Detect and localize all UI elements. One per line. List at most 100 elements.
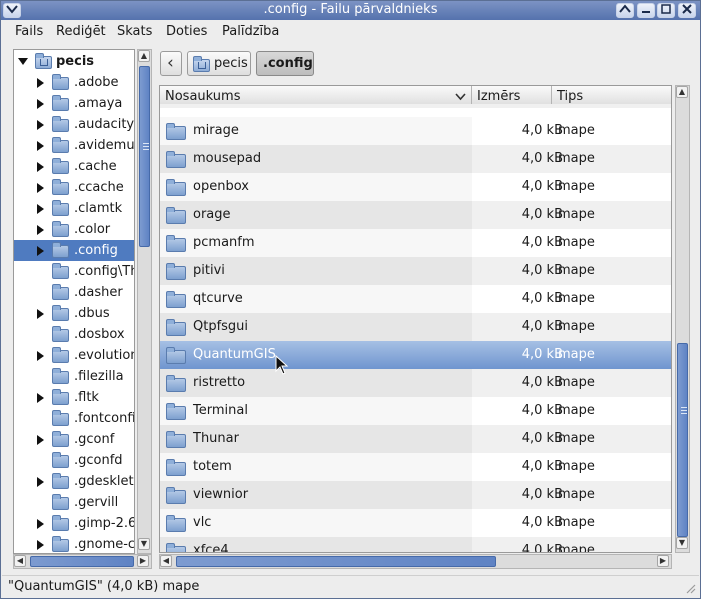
scroll-down-arrow[interactable]: ▼ [676,537,688,549]
list-item[interactable]: xfce4 4,0 kB mape [160,537,671,552]
list-item[interactable]: mousepad 4,0 kB mape [160,145,671,173]
expander-right-icon[interactable] [37,393,44,403]
list-item[interactable]: Qtpfsgui 4,0 kB mape [160,313,671,341]
maximize-button[interactable] [657,3,675,18]
tree-item[interactable]: .dbus [14,303,134,324]
file-type: mape [558,263,595,278]
minimize-icon [642,11,650,13]
expander-right-icon[interactable] [37,204,44,214]
tree-item[interactable]: .avidemux [14,135,134,156]
tree-item[interactable]: .gconf [14,429,134,450]
expander-right-icon[interactable] [37,435,44,445]
tree-item[interactable]: .gervill [14,492,134,513]
tree-item[interactable]: .adobe [14,72,134,93]
menu-skats[interactable]: Skats [117,24,152,39]
scroll-right-arrow[interactable]: ▶ [137,555,149,567]
list-item[interactable]: qtcurve 4,0 kB mape [160,285,671,313]
menu-rediget[interactable]: Rediģēt [56,24,106,39]
folder-icon [52,116,69,132]
list-item[interactable]: totem 4,0 kB mape [160,453,671,481]
menu-fails[interactable]: Fails [15,24,43,39]
tree-item[interactable]: .dasher [14,282,134,303]
expander-right-icon[interactable] [37,225,44,235]
list-item[interactable]: QuantumGIS 4,0 kB mape [160,341,671,369]
scroll-left-arrow[interactable]: ◀ [14,555,26,567]
tree-item[interactable]: .fontconfi [14,408,134,429]
scroll-right-arrow[interactable]: ▶ [657,555,669,567]
tree-item[interactable]: .config [14,240,134,261]
list-item[interactable]: ristretto 4,0 kB mape [160,369,671,397]
list-horizontal-scrollbar[interactable]: ◀ ▶ [159,554,672,569]
tree-item[interactable]: .config\Th [14,261,134,282]
list-item[interactable]: orage 4,0 kB mape [160,201,671,229]
scroll-down-arrow[interactable]: ▼ [138,538,150,550]
expander-right-icon[interactable] [37,519,44,529]
breadcrumb-current[interactable]: .config [256,51,314,76]
list-vertical-scrollbar[interactable]: ▲ ▼ [675,85,690,553]
expander-right-icon[interactable] [37,477,44,487]
list-item[interactable]: Thunar 4,0 kB mape [160,425,671,453]
file-type: mape [558,459,595,474]
tree-item[interactable]: .evolution [14,345,134,366]
list-item[interactable]: Terminal 4,0 kB mape [160,397,671,425]
tree-vertical-scrollbar[interactable]: ▲ ▼ [137,49,152,554]
folder-icon [166,543,186,552]
tree-root[interactable]: pecis [14,51,134,72]
list-item[interactable]: vlc 4,0 kB mape [160,509,671,537]
menu-doties[interactable]: Doties [166,24,207,39]
tree-item[interactable]: .dosbox [14,324,134,345]
expander-right-icon[interactable] [37,183,44,193]
file-type: mape [558,347,595,362]
tree-item[interactable]: .clamtk [14,198,134,219]
tree-item[interactable]: .gnome-c [14,534,134,553]
list-scroll-thumb[interactable] [677,343,688,537]
expander-right-icon[interactable] [37,99,44,109]
expander-right-icon[interactable] [37,162,44,172]
close-button[interactable] [678,3,696,18]
tree-item[interactable]: .color [14,219,134,240]
column-size-label: Izmērs [477,89,521,104]
expander-right-icon[interactable] [37,246,44,256]
expander-right-icon[interactable] [37,540,44,550]
minimize-button[interactable] [637,3,655,18]
expander-right-icon[interactable] [37,120,44,130]
list-item[interactable]: pcmanfm 4,0 kB mape [160,229,671,257]
tree-horizontal-scrollbar[interactable]: ◀ ▶ [13,554,152,569]
tree-item[interactable]: .gimp-2.6 [14,513,134,534]
tree-scroll-thumb[interactable] [139,66,150,247]
scroll-up-arrow[interactable]: ▲ [138,50,150,62]
file-list[interactable]: Nosaukums Izmērs Tips mirage 4,0 kB mape mo… [159,85,672,553]
title-bar[interactable]: .config - Failu pārvaldnieks [1,1,700,20]
file-name: totem [193,459,232,474]
tree-item[interactable]: .gdesklet [14,471,134,492]
tree-item[interactable]: .filezilla [14,366,134,387]
tree-item[interactable]: .audacity- [14,114,134,135]
expander-right-icon[interactable] [37,78,44,88]
list-item[interactable]: viewnior 4,0 kB mape [160,481,671,509]
window-shade-button[interactable] [616,3,634,18]
tree-item[interactable]: .cache [14,156,134,177]
resize-grip-icon[interactable] [684,582,696,594]
list-item[interactable]: mirage 4,0 kB mape [160,117,671,145]
tree-item[interactable]: .gconfd [14,450,134,471]
tree-item-label: .amaya [74,96,123,111]
directory-tree[interactable]: pecis .adobe .amaya .audacity- .avidemux .ca… [13,49,135,554]
list-hscroll-thumb[interactable] [176,556,496,567]
file-name: Thunar [193,431,239,446]
tree-item[interactable]: .ccache [14,177,134,198]
tree-item[interactable]: .amaya [14,93,134,114]
expander-right-icon[interactable] [37,309,44,319]
scroll-up-arrow[interactable]: ▲ [676,86,688,98]
tree-item[interactable]: .fltk [14,387,134,408]
list-item[interactable]: pitivi 4,0 kB mape [160,257,671,285]
breadcrumb-home[interactable]: pecis [187,51,251,76]
expander-right-icon[interactable] [37,141,44,151]
scroll-left-arrow[interactable]: ◀ [160,555,172,567]
tree-hscroll-thumb[interactable] [30,556,134,567]
expander-right-icon[interactable] [37,351,44,361]
expander-down-icon[interactable] [18,58,28,65]
file-type: mape [558,207,595,222]
menu-palidziba[interactable]: Palīdzība [222,24,279,39]
list-item[interactable]: openbox 4,0 kB mape [160,173,671,201]
back-button[interactable]: ‹ [160,51,182,76]
